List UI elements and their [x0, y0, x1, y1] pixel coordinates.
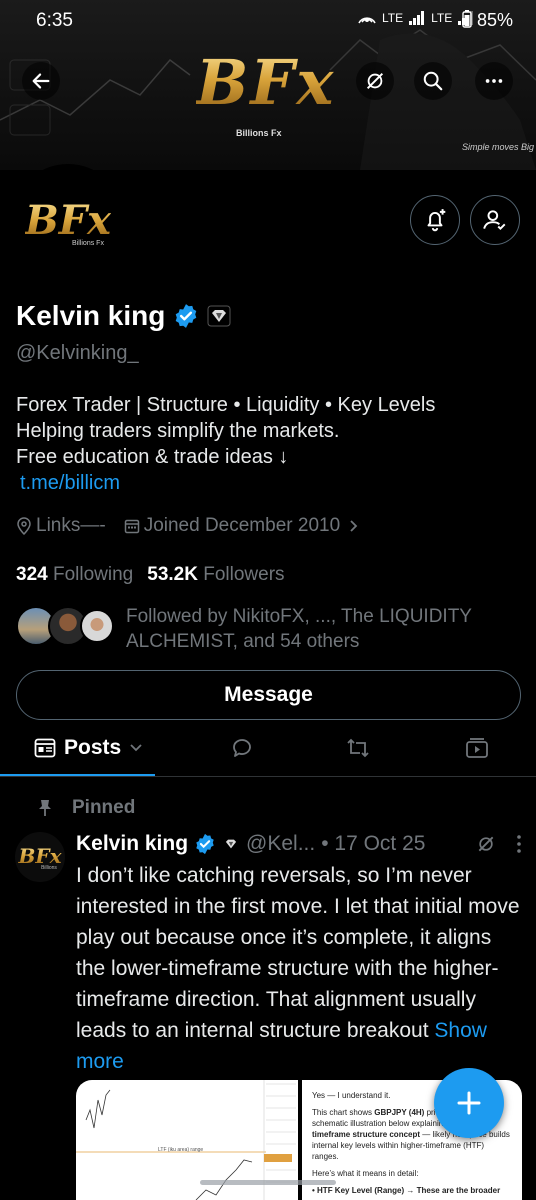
location-pin-icon [17, 517, 31, 535]
following-count: 324 [16, 564, 48, 585]
notifications-button[interactable] [410, 195, 460, 245]
profile-meta: Links—- Joined December 2010 [16, 515, 360, 537]
more-options-button[interactable] [475, 62, 513, 100]
following-button[interactable] [470, 195, 520, 245]
message-button[interactable]: Message [16, 670, 521, 720]
affiliate-badge-icon[interactable] [207, 305, 231, 327]
post-author-handle: @Kel... [246, 832, 316, 855]
media-para-2b: GBPJPY (4H) [374, 1108, 425, 1117]
profile-name: Kelvin king [16, 300, 166, 331]
pinned-indicator: Pinned [38, 797, 135, 819]
following-link[interactable]: 324 Following [16, 564, 133, 586]
profile-avatar[interactable]: BFx Billions Fx [10, 164, 126, 280]
post-header: Kelvin king @Kel... • 17 Oct 25 [76, 832, 522, 856]
banner-logo: BFx [196, 46, 336, 119]
avatar-logo: BFx [24, 197, 112, 244]
more-vertical-icon[interactable] [516, 834, 522, 854]
post-date: • 17 Oct 25 [321, 832, 426, 855]
chevron-down-icon [130, 744, 142, 752]
followed-by-text: Followed by NikitoFX, ..., The LIQUIDITY… [126, 606, 472, 652]
location-item: Links—- [16, 515, 106, 537]
video-icon [466, 738, 488, 758]
hotspot-icon [358, 17, 376, 24]
grok-icon [366, 72, 384, 90]
post-avatar[interactable]: BFx Billions [15, 832, 65, 882]
battery-indicator: 85% [462, 10, 513, 31]
reply-icon [233, 739, 251, 757]
profile-tabs: Posts [0, 728, 536, 777]
calendar-icon [124, 519, 139, 534]
followers-label: Followers [203, 564, 285, 585]
bio-line-3: Free education & trade ideas ↓ [16, 446, 289, 468]
location-text: Links—- [36, 515, 106, 536]
battery-percent: 85% [477, 10, 514, 30]
verified-badge-icon[interactable] [173, 303, 199, 329]
repost-icon [347, 738, 369, 758]
joined-text: Joined December 2010 [143, 515, 341, 536]
bio-link[interactable]: t.me/billicm [16, 472, 120, 494]
chevron-right-icon [350, 520, 358, 532]
banner-logo-subtitle: Billions Fx [236, 128, 282, 138]
status-bar: 6:35 LTE LTE 85% [0, 0, 536, 40]
status-time: 6:35 [36, 10, 73, 31]
network-label: LTE [382, 11, 404, 25]
grok-button[interactable] [356, 62, 394, 100]
follower-avatars [16, 604, 116, 648]
profile-name-row: Kelvin king [16, 300, 231, 332]
more-horizontal-icon [485, 79, 503, 83]
followers-count: 53.2K [147, 564, 198, 585]
grok-icon[interactable] [476, 834, 496, 854]
plus-icon [457, 1091, 481, 1115]
bio-line-2: Helping traders simplify the markets. [16, 420, 340, 442]
bell-plus-icon [427, 209, 446, 232]
followed-by-row[interactable]: Followed by NikitoFX, ..., The LIQUIDITY… [16, 604, 516, 654]
pinned-label: Pinned [72, 797, 136, 818]
posts-icon [34, 738, 56, 758]
battery-icon [462, 10, 472, 28]
post-text-content: I don’t like catching reversals, so I’m … [76, 864, 520, 1042]
tabs-divider [0, 776, 536, 777]
network2-label: LTE [431, 11, 453, 25]
banner-tagline: Simple moves Big wi [462, 142, 536, 152]
signal-icon [409, 11, 425, 25]
joined-item[interactable]: Joined December 2010 [124, 515, 360, 537]
post-text[interactable]: I don’t like catching reversals, so I’m … [76, 860, 522, 1077]
profile-bio: Forex Trader | Structure • Liquidity • K… [16, 392, 516, 496]
media-para-3: Here’s what it means in detail: [312, 1169, 419, 1178]
home-indicator[interactable] [200, 1180, 336, 1185]
media-para-2a: This chart shows [312, 1108, 375, 1117]
pin-icon [39, 800, 51, 816]
arrow-left-icon [32, 73, 50, 89]
follower-avatar-3 [80, 609, 114, 643]
tab-media[interactable] [465, 736, 491, 760]
bio-line-1: Forex Trader | Structure • Liquidity • K… [16, 394, 436, 416]
avatar-logo-subtitle: Billions Fx [72, 240, 104, 247]
profile-handle: @Kelvinking_ [16, 342, 139, 364]
media-chart-label: LTF (iku area) range [158, 1147, 204, 1153]
search-button[interactable] [414, 62, 452, 100]
search-icon [423, 71, 443, 91]
post-avatar-subtitle: Billions [41, 864, 57, 871]
followers-link[interactable]: 53.2K Followers [147, 564, 284, 586]
verified-badge-icon [196, 833, 214, 855]
tab-replies[interactable] [230, 736, 254, 760]
compose-post-button[interactable] [434, 1068, 504, 1138]
status-icons: LTE LTE [358, 10, 474, 26]
tab-posts[interactable]: Posts [34, 736, 143, 760]
following-label: Following [52, 564, 134, 585]
user-check-icon [483, 210, 506, 231]
follow-counts: 324 Following 53.2K Followers [16, 564, 285, 586]
back-button[interactable] [22, 62, 60, 100]
tab-posts-label: Posts [64, 736, 122, 759]
media-para-4: • HTF Key Level (Range) → These are the … [312, 1186, 501, 1195]
post-author-name[interactable]: Kelvin king [76, 832, 188, 856]
affiliate-badge-icon [225, 839, 237, 849]
tab-reposts[interactable] [345, 736, 371, 760]
